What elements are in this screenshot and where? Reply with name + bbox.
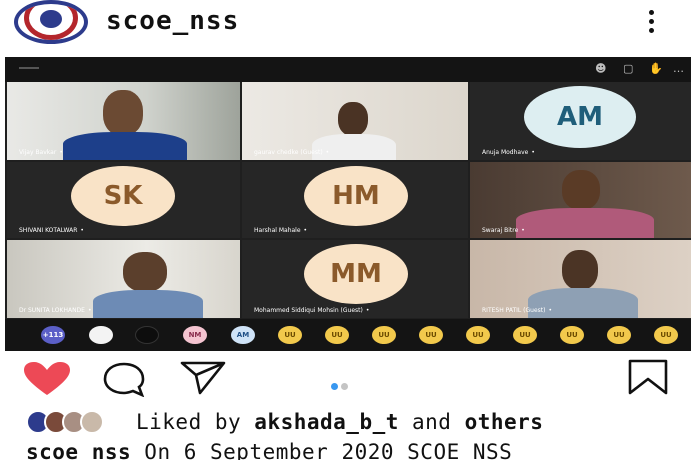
- liker-avatar: [80, 410, 104, 434]
- carousel-indicator: [331, 375, 371, 390]
- more-icon[interactable]: …: [673, 62, 684, 75]
- carousel-dot-active: [331, 383, 338, 390]
- post-header: scoe_nss: [0, 0, 691, 52]
- vertical-ellipsis-icon[interactable]: [646, 10, 656, 38]
- participant-initials-chip[interactable]: UU: [372, 326, 396, 344]
- caption-text: On 6 September 2020 SCOE NSS: [131, 440, 513, 460]
- heart-icon[interactable]: [22, 361, 72, 397]
- meeting-toolbar: ☻ ▢ ✋ …: [5, 57, 691, 82]
- liked-by-text: Liked by akshada_b_t and others: [136, 410, 543, 434]
- participant-name: RITESH PATIL (Guest) •: [482, 307, 553, 314]
- participant-initials-chip[interactable]: UU: [513, 326, 537, 344]
- liked-by-others[interactable]: others: [465, 410, 544, 434]
- participant-initials-chip[interactable]: UU: [466, 326, 490, 344]
- participant-name: Harshal Mahale •: [254, 227, 308, 234]
- participant-name: Swaraj Bitre •: [482, 227, 525, 234]
- initials-avatar: SK: [71, 166, 175, 226]
- participant-photo-chip[interactable]: [89, 326, 113, 344]
- participant-initials-chip[interactable]: UU: [325, 326, 349, 344]
- participant-name: Mohammed Siddiqui Mohsin (Guest) •: [254, 307, 370, 314]
- initials-avatar: MM: [304, 244, 408, 304]
- avatar-tile: HM Harshal Mahale •: [242, 162, 468, 238]
- participant-initials-chip[interactable]: UU: [419, 326, 443, 344]
- liked-by-prefix: Liked by: [136, 410, 255, 434]
- participant-initials-chip[interactable]: UU: [607, 326, 631, 344]
- likes-row: Liked by akshada_b_t and others: [0, 408, 691, 436]
- avatar-tile: MM Mohammed Siddiqui Mohsin (Guest) •: [242, 240, 468, 318]
- liker-avatars[interactable]: [26, 410, 126, 436]
- post-actions: [0, 355, 691, 405]
- video-tile: Swaraj Bitre •: [470, 162, 691, 238]
- avatar-tile: SK SHIVANI KOTALWAR •: [7, 162, 240, 238]
- participant-name: gaurav chedke (Guest) •: [254, 149, 330, 156]
- participant-photo-chip[interactable]: [135, 326, 159, 344]
- chat-icon[interactable]: ▢: [623, 62, 633, 75]
- send-icon[interactable]: [178, 359, 228, 395]
- video-tile: Vijay Bavkar •: [7, 82, 240, 160]
- hand-icon[interactable]: ✋: [649, 62, 663, 75]
- bookmark-icon[interactable]: [628, 359, 668, 395]
- participant-name: Anuja Modhave •: [482, 149, 535, 156]
- carousel-dot: [341, 383, 348, 390]
- mic-icon: •: [59, 149, 63, 156]
- mic-icon: •: [325, 149, 330, 156]
- participants-icon[interactable]: ☻: [595, 62, 606, 75]
- video-tile: Dr SUNITA LOKHANDE •: [7, 240, 240, 318]
- video-tile: RITESH PATIL (Guest) •: [470, 240, 691, 318]
- participant-name: SHIVANI KOTALWAR •: [19, 227, 84, 234]
- participant-initials-chip[interactable]: NM: [183, 326, 207, 344]
- initials-avatar: HM: [304, 166, 408, 226]
- mic-icon: •: [303, 227, 308, 234]
- avatar-tile: AM Anuja Modhave •: [470, 82, 691, 160]
- mic-icon: •: [87, 307, 92, 314]
- participant-name: Dr SUNITA LOKHANDE •: [19, 307, 92, 314]
- participant-initials-chip[interactable]: UU: [278, 326, 302, 344]
- mic-icon: •: [521, 227, 525, 234]
- participant-strip: +113 NM AM UU UU UU UU UU UU UU UU UU: [5, 319, 691, 351]
- video-tile: gaurav chedke (Guest) •: [242, 82, 468, 160]
- post-username[interactable]: scoe_nss: [106, 6, 239, 36]
- overflow-count-badge[interactable]: +113: [41, 326, 65, 344]
- post-caption: scoe_nss On 6 September 2020 SCOE NSS: [26, 440, 512, 460]
- liker-username[interactable]: akshada_b_t: [254, 410, 399, 434]
- initials-avatar: AM: [524, 86, 636, 148]
- participant-initials-chip[interactable]: UU: [560, 326, 584, 344]
- comment-icon[interactable]: [100, 361, 148, 397]
- caption-username[interactable]: scoe_nss: [26, 440, 131, 460]
- liked-by-and: and: [398, 410, 465, 434]
- meeting-screenshot: ☻ ▢ ✋ … Vijay Bavkar • gaurav chedke (Gue…: [5, 57, 691, 351]
- participant-initials-chip[interactable]: AM: [231, 326, 255, 344]
- mic-icon: •: [80, 227, 84, 234]
- nss-emblem-icon[interactable]: [14, 0, 88, 44]
- mic-icon: •: [548, 307, 553, 314]
- mic-icon: •: [531, 149, 535, 156]
- mic-icon: •: [365, 307, 370, 314]
- participant-initials-chip[interactable]: UU: [654, 326, 678, 344]
- participant-name: Vijay Bavkar •: [19, 149, 63, 156]
